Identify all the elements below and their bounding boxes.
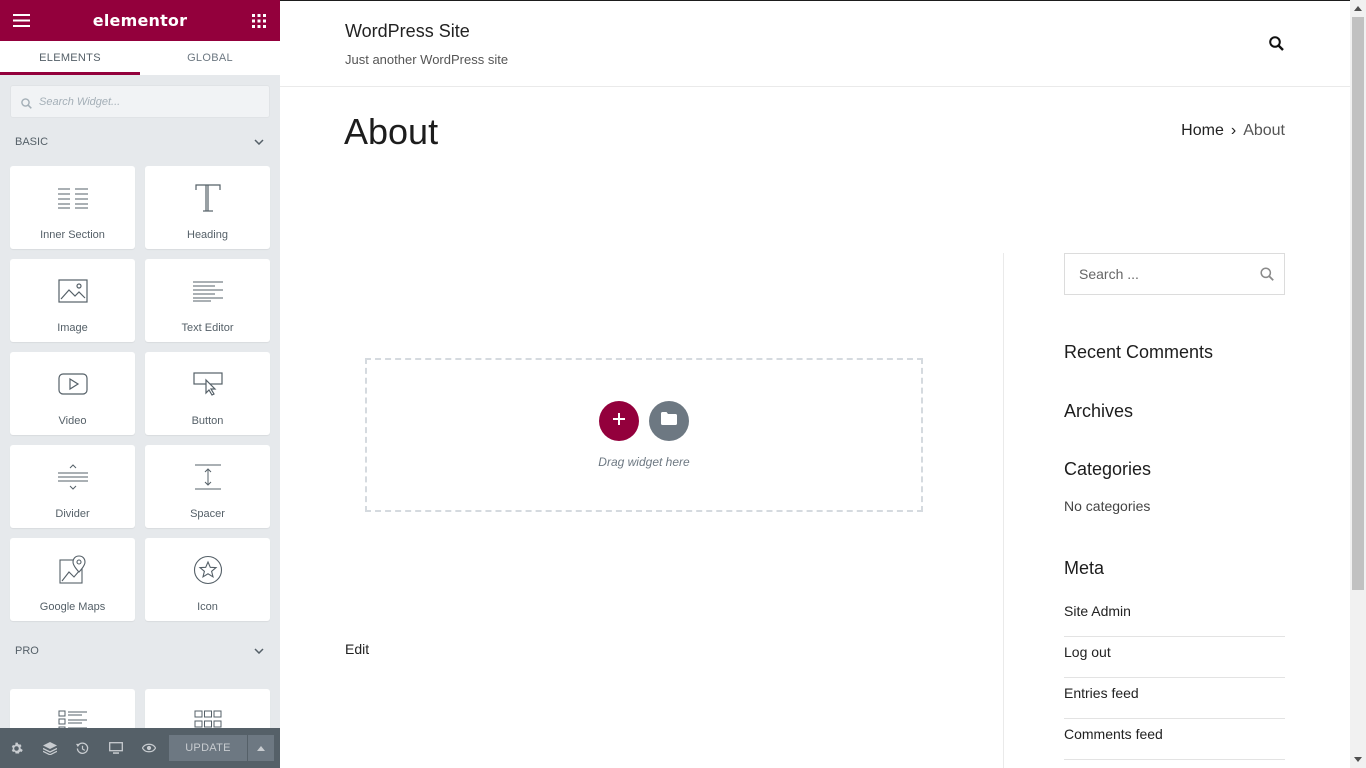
star-icon bbox=[193, 553, 223, 587]
breadcrumb-home-link[interactable]: Home bbox=[1181, 122, 1224, 140]
category-pro-title: PRO bbox=[15, 645, 39, 657]
breadcrumb: Home › About bbox=[1181, 122, 1285, 140]
widget-icon[interactable]: Icon bbox=[145, 538, 270, 621]
breadcrumb-separator: › bbox=[1230, 122, 1237, 139]
drop-zone-text: Drag widget here bbox=[598, 455, 690, 469]
no-categories-text: No categories bbox=[1064, 498, 1151, 514]
tab-global[interactable]: GLOBAL bbox=[140, 41, 280, 75]
widgets-grid-icon[interactable] bbox=[250, 12, 268, 30]
scroll-up-arrow-icon[interactable] bbox=[1350, 0, 1366, 17]
heading-icon bbox=[194, 181, 222, 215]
panel-tabs: ELEMENTS GLOBAL bbox=[0, 41, 280, 75]
folder-icon bbox=[661, 412, 677, 430]
category-basic-title: BASIC bbox=[15, 136, 49, 148]
category-basic-toggle[interactable]: BASIC bbox=[0, 118, 280, 166]
recent-comments-heading: Recent Comments bbox=[1064, 342, 1214, 362]
widget-google-maps[interactable]: Google Maps bbox=[10, 538, 135, 621]
widget-heading[interactable]: Heading bbox=[145, 166, 270, 249]
widget-text-editor[interactable]: Text Editor bbox=[145, 259, 270, 342]
divider-icon bbox=[57, 460, 88, 494]
widget-video[interactable]: Video bbox=[10, 352, 135, 435]
panel-footer: UPDATE bbox=[0, 728, 280, 768]
button-icon bbox=[192, 367, 223, 401]
widget-label: Image bbox=[57, 322, 88, 334]
plus-icon bbox=[612, 412, 626, 431]
widget-label: Video bbox=[58, 415, 87, 427]
category-pro-toggle[interactable]: PRO bbox=[0, 627, 280, 675]
widget-label: Inner Section bbox=[40, 229, 105, 241]
drop-zone[interactable]: Drag widget here bbox=[365, 358, 923, 512]
spacer-icon bbox=[193, 460, 223, 494]
add-template-button[interactable] bbox=[649, 401, 689, 441]
vertical-scrollbar[interactable] bbox=[1350, 0, 1366, 768]
widget-label: Heading bbox=[187, 229, 228, 241]
caret-up-icon[interactable] bbox=[248, 735, 274, 761]
widget-label: Google Maps bbox=[39, 601, 106, 613]
meta-link-site-admin[interactable]: Site Admin bbox=[1064, 596, 1285, 637]
widget-label: Divider bbox=[55, 508, 90, 520]
meta-heading: Meta bbox=[1064, 558, 1105, 578]
page-title: About bbox=[344, 111, 439, 152]
widget-search-input[interactable] bbox=[11, 86, 269, 117]
widget-spacer[interactable]: Spacer bbox=[145, 445, 270, 528]
update-group: UPDATE bbox=[169, 735, 274, 761]
elementor-logo: elementor bbox=[92, 11, 188, 30]
site-tagline: Just another WordPress site bbox=[345, 52, 509, 67]
text-editor-icon bbox=[192, 274, 223, 308]
widget-image[interactable]: Image bbox=[10, 259, 135, 342]
widget-label: Button bbox=[191, 415, 224, 427]
categories-heading: Categories bbox=[1064, 459, 1152, 479]
meta-link-entries-feed[interactable]: Entries feed bbox=[1064, 678, 1285, 719]
posts-icon bbox=[58, 704, 88, 729]
archives-heading: Archives bbox=[1064, 401, 1134, 421]
widget-label: Spacer bbox=[190, 508, 225, 520]
search-icon bbox=[21, 96, 32, 114]
meta-list: Site Admin Log out Entries feed Comments… bbox=[1064, 596, 1285, 760]
chevron-down-icon bbox=[254, 136, 264, 148]
sidebar-divider bbox=[1003, 253, 1004, 768]
site-title[interactable]: WordPress Site bbox=[345, 21, 470, 42]
widget-button[interactable]: Button bbox=[145, 352, 270, 435]
widget-label: Text Editor bbox=[181, 322, 234, 334]
inner-section-icon bbox=[57, 181, 88, 215]
widget-search bbox=[10, 85, 270, 118]
panel-header: elementor bbox=[0, 0, 280, 41]
site-header: WordPress Site Just another WordPress si… bbox=[280, 1, 1350, 87]
sidebar-search bbox=[1064, 253, 1285, 295]
blog-sidebar: Recent Comments Archives Categories No c… bbox=[1064, 253, 1285, 760]
meta-link-comments-feed[interactable]: Comments feed bbox=[1064, 719, 1285, 760]
sidebar-search-input[interactable] bbox=[1065, 254, 1284, 294]
video-icon bbox=[57, 367, 88, 401]
image-icon bbox=[57, 274, 88, 308]
widget-portfolio[interactable] bbox=[145, 689, 270, 729]
chevron-down-icon bbox=[254, 645, 264, 657]
history-icon[interactable] bbox=[66, 728, 99, 768]
widget-label: Icon bbox=[197, 601, 218, 613]
scrollbar-thumb[interactable] bbox=[1352, 17, 1364, 590]
update-button[interactable]: UPDATE bbox=[169, 735, 247, 761]
responsive-desktop-icon[interactable] bbox=[99, 728, 132, 768]
widgets-grid-basic: Inner Section Heading Image Text Editor … bbox=[0, 166, 280, 621]
site-preview: WordPress Site Just another WordPress si… bbox=[280, 0, 1350, 768]
hamburger-menu-icon[interactable] bbox=[12, 12, 30, 30]
edit-post-link[interactable]: Edit bbox=[345, 641, 369, 657]
breadcrumb-current: About bbox=[1243, 122, 1285, 139]
meta-link-log-out[interactable]: Log out bbox=[1064, 637, 1285, 678]
preview-eye-icon[interactable] bbox=[132, 728, 165, 768]
header-search-icon[interactable] bbox=[1269, 36, 1284, 56]
widget-posts[interactable] bbox=[10, 689, 135, 729]
google-maps-icon bbox=[58, 553, 87, 587]
search-icon[interactable] bbox=[1260, 267, 1274, 286]
settings-gear-icon[interactable] bbox=[0, 728, 33, 768]
tab-elements[interactable]: ELEMENTS bbox=[0, 41, 140, 75]
navigator-layers-icon[interactable] bbox=[33, 728, 66, 768]
widget-divider[interactable]: Divider bbox=[10, 445, 135, 528]
widgets-grid-pro bbox=[0, 689, 280, 729]
widget-inner-section[interactable]: Inner Section bbox=[10, 166, 135, 249]
elementor-panel: elementor ELEMENTS GLOBAL BASIC bbox=[0, 0, 280, 768]
scroll-down-arrow-icon[interactable] bbox=[1350, 751, 1366, 768]
portfolio-grid-icon bbox=[194, 704, 222, 729]
add-section-button[interactable] bbox=[599, 401, 639, 441]
